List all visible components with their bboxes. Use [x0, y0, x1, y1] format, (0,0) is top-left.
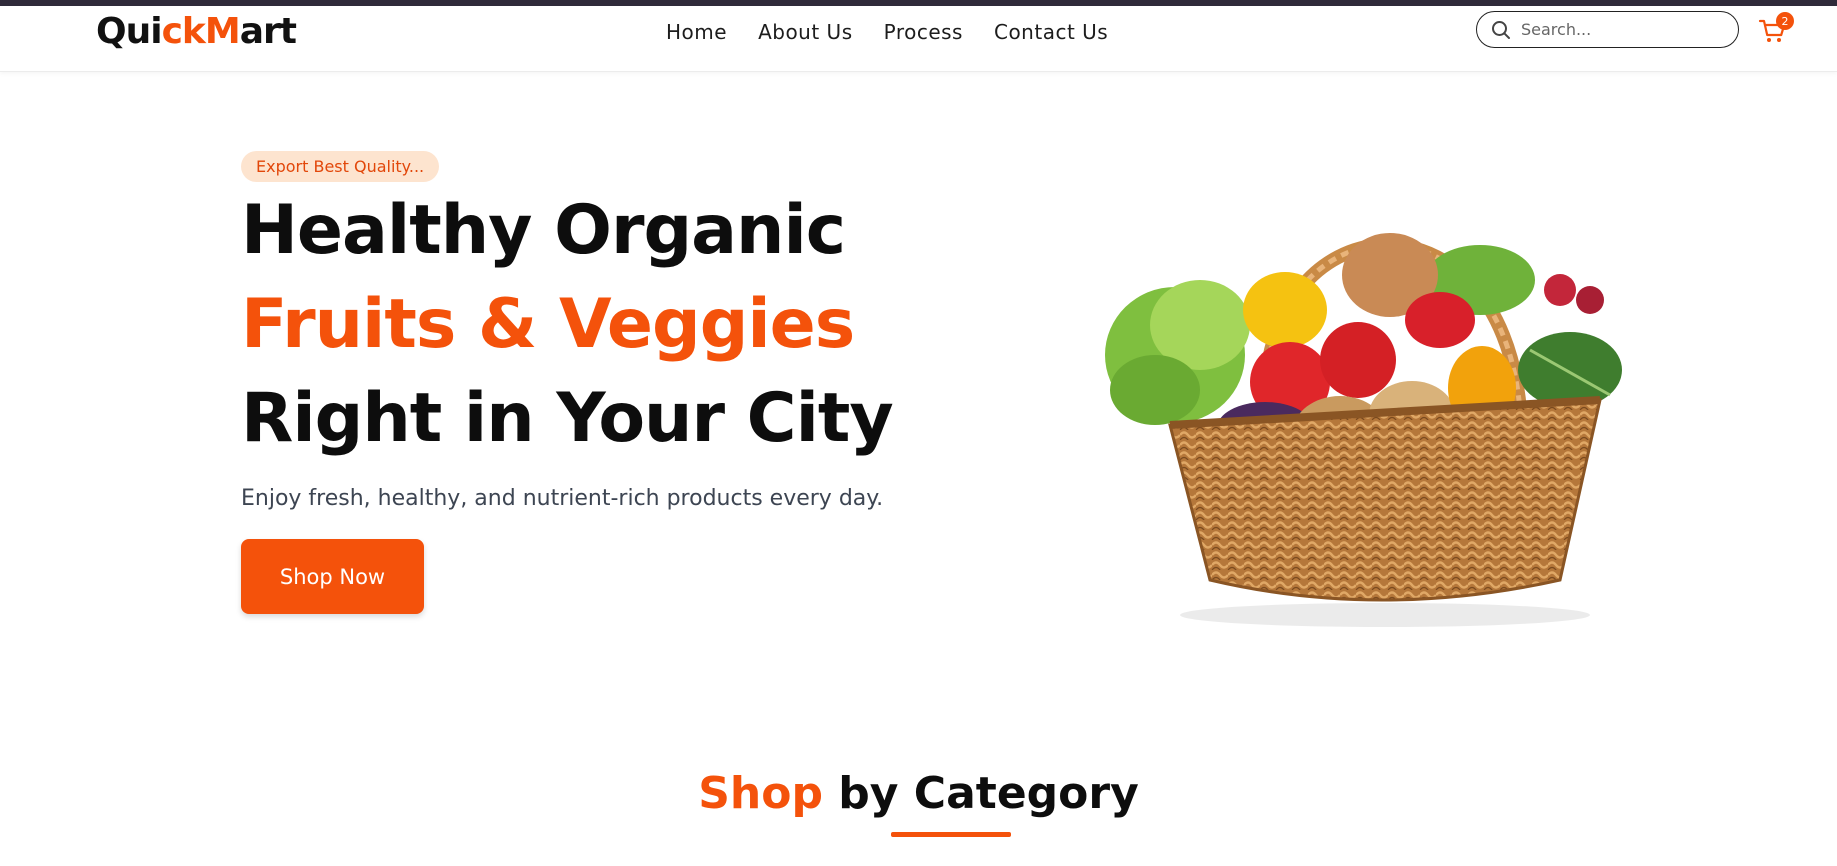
hero-subtitle: Enjoy fresh, healthy, and nutrient-rich … — [241, 486, 884, 511]
cart-count-badge: 2 — [1776, 12, 1794, 30]
shop-by-category-title: Shop by Category — [0, 768, 1837, 819]
section-title-accent: Shop — [698, 768, 823, 819]
section-title-rest: by Category — [822, 768, 1139, 819]
hero-section: Export Best Quality... Healthy Organic F… — [241, 151, 941, 614]
quality-badge: Export Best Quality... — [241, 151, 440, 182]
logo-text-part-end: art — [239, 11, 297, 52]
section-title-underline — [891, 832, 1011, 837]
headline-line-1: Healthy Organic — [241, 191, 846, 270]
search-box[interactable] — [1476, 11, 1739, 48]
nav-home[interactable]: Home — [666, 20, 727, 44]
search-icon — [1492, 20, 1510, 39]
vegetable-basket-image — [1105, 233, 1622, 627]
headline-line-2: Fruits & Veggies — [241, 285, 855, 364]
search-input[interactable] — [1521, 20, 1721, 39]
nav-contact-us[interactable]: Contact Us — [994, 20, 1108, 44]
brand-logo[interactable]: QuickMart — [96, 11, 297, 52]
hero-headline: Healthy Organic Fruits & Veggies Right i… — [241, 184, 941, 466]
navbar: QuickMart Home About Us Process Contact … — [0, 6, 1837, 72]
shop-now-button[interactable]: Shop Now — [241, 539, 424, 614]
headline-line-3: Right in Your City — [241, 379, 894, 458]
main-nav: Home About Us Process Contact Us — [666, 20, 1108, 44]
nav-process[interactable]: Process — [884, 20, 963, 44]
cart-button[interactable]: 2 — [1758, 12, 1794, 46]
logo-text-part: Qui — [96, 11, 163, 52]
logo-text-accent-m: M — [204, 11, 241, 52]
logo-text-accent: ck — [161, 11, 206, 52]
nav-about-us[interactable]: About Us — [758, 20, 853, 44]
